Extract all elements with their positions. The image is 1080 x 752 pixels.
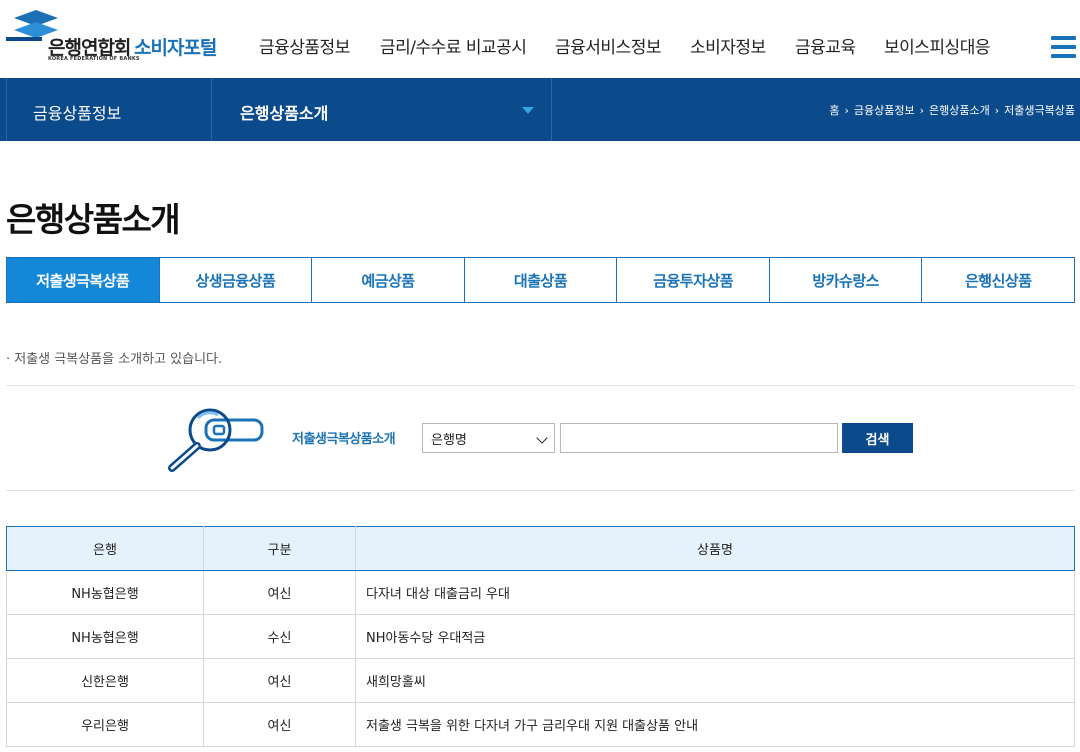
- cell-bank: 신한은행: [6, 658, 204, 703]
- column-header-bank: 은행: [6, 526, 204, 571]
- top-header: 은행연합회 KOREA FEDERATION OF BANKS 소비자포털 금융…: [0, 0, 1080, 78]
- tab-loan-products[interactable]: 대출상품: [463, 258, 617, 302]
- site-logo[interactable]: 은행연합회 KOREA FEDERATION OF BANKS 소비자포털: [6, 8, 226, 64]
- search-input[interactable]: [560, 423, 838, 453]
- tab-new-bank-products[interactable]: 은행신상품: [921, 258, 1075, 302]
- table-header-row: 은행 구분 상품명: [6, 526, 1075, 571]
- breadcrumb-bank-products[interactable]: 은행상품소개: [929, 102, 990, 118]
- subnav-divider: [551, 78, 552, 141]
- nav-item-financial-services[interactable]: 금융서비스정보: [555, 33, 661, 58]
- breadcrumb-home[interactable]: 홈: [829, 102, 839, 118]
- search-button[interactable]: 검색: [842, 423, 913, 453]
- chevron-right-icon: ›: [994, 103, 1000, 117]
- tab-investment-products[interactable]: 금융투자상품: [616, 258, 769, 302]
- sub-nav-bar: 금융상품정보 은행상품소개 홈 › 금융상품정보 › 은행상품소개 › 저출생극…: [0, 78, 1080, 141]
- breadcrumb-financial-products[interactable]: 금융상품정보: [854, 102, 915, 118]
- chevron-down-icon: [536, 432, 548, 444]
- products-table: 은행 구분 상품명 NH농협은행 여신 다자녀 대상 대출금리 우대 NH농협은…: [6, 526, 1075, 747]
- cell-product-link[interactable]: 새희망홀씨: [355, 658, 1075, 703]
- nav-item-financial-products[interactable]: 금융상품정보: [259, 33, 350, 58]
- subnav-divider: [6, 78, 7, 141]
- cell-product-link[interactable]: NH아동수당 우대적금: [355, 614, 1075, 659]
- page-title: 은행상품소개: [6, 200, 181, 239]
- cell-product-link[interactable]: 저출생 극복을 위한 다자녀 가구 금리우대 지원 대출상품 안내: [355, 702, 1075, 747]
- table-row[interactable]: NH농협은행 여신 다자녀 대상 대출금리 우대: [6, 570, 1075, 615]
- cell-bank: 우리은행: [6, 702, 204, 747]
- tab-mutual-finance-products[interactable]: 상생금융상품: [158, 258, 312, 302]
- breadcrumb: 홈 › 금융상품정보 › 은행상품소개 › 저출생극복상품: [829, 102, 1075, 118]
- tab-bancassurance[interactable]: 방카슈랑스: [768, 258, 922, 302]
- cell-product-link[interactable]: 다자녀 대상 대출금리 우대: [355, 570, 1075, 615]
- page-description: · 저출생 극복상품을 소개하고 있습니다.: [6, 352, 223, 367]
- table-row[interactable]: 신한은행 여신 새희망홀씨: [6, 658, 1075, 703]
- search-label: 저출생극복상품소개: [292, 432, 396, 447]
- chevron-right-icon: ›: [919, 103, 925, 117]
- column-header-type: 구분: [203, 526, 356, 571]
- nav-item-rate-fee-comparison[interactable]: 금리/수수료 비교공시: [380, 33, 527, 58]
- subnav-category[interactable]: 금융상품정보: [33, 100, 121, 124]
- subnav-current-menu[interactable]: 은행상품소개: [240, 100, 328, 124]
- cell-type: 수신: [203, 614, 356, 659]
- cell-type: 여신: [203, 570, 356, 615]
- cell-bank: NH농협은행: [6, 614, 204, 659]
- magnifier-card-icon: [168, 408, 264, 472]
- table-row[interactable]: 우리은행 여신 저출생 극복을 위한 다자녀 가구 금리우대 지원 대출상품 안…: [6, 702, 1075, 747]
- cell-bank: NH농협은행: [6, 570, 204, 615]
- cell-type: 여신: [203, 702, 356, 747]
- hamburger-menu-icon[interactable]: [1051, 35, 1076, 59]
- bank-name-select[interactable]: 은행명: [422, 423, 555, 453]
- logo-portal-name: 소비자포털: [134, 37, 217, 59]
- table-row[interactable]: NH농협은행 수신 NH아동수당 우대적금: [6, 614, 1075, 659]
- column-header-product: 상품명: [355, 526, 1075, 571]
- cell-type: 여신: [203, 658, 356, 703]
- tab-deposit-products[interactable]: 예금상품: [311, 258, 464, 302]
- nav-item-financial-education[interactable]: 금융교육: [795, 33, 856, 58]
- product-tabs: 저출생극복상품 상생금융상품 예금상품 대출상품 금융투자상품 방카슈랑스 은행…: [6, 257, 1075, 303]
- nav-item-consumer-info[interactable]: 소비자정보: [690, 33, 766, 58]
- breadcrumb-current[interactable]: 저출생극복상품: [1004, 102, 1075, 118]
- divider: [6, 490, 1075, 491]
- divider: [6, 385, 1075, 386]
- tab-low-birth-products[interactable]: 저출생극복상품: [7, 258, 159, 302]
- nav-item-voice-phishing[interactable]: 보이스피싱대응: [884, 33, 990, 58]
- dropdown-caret-icon[interactable]: [522, 107, 534, 114]
- chevron-right-icon: ›: [844, 103, 849, 117]
- select-value: 은행명: [431, 432, 467, 448]
- logo-subtitle: KOREA FEDERATION OF BANKS: [48, 56, 140, 62]
- subnav-divider: [211, 78, 212, 141]
